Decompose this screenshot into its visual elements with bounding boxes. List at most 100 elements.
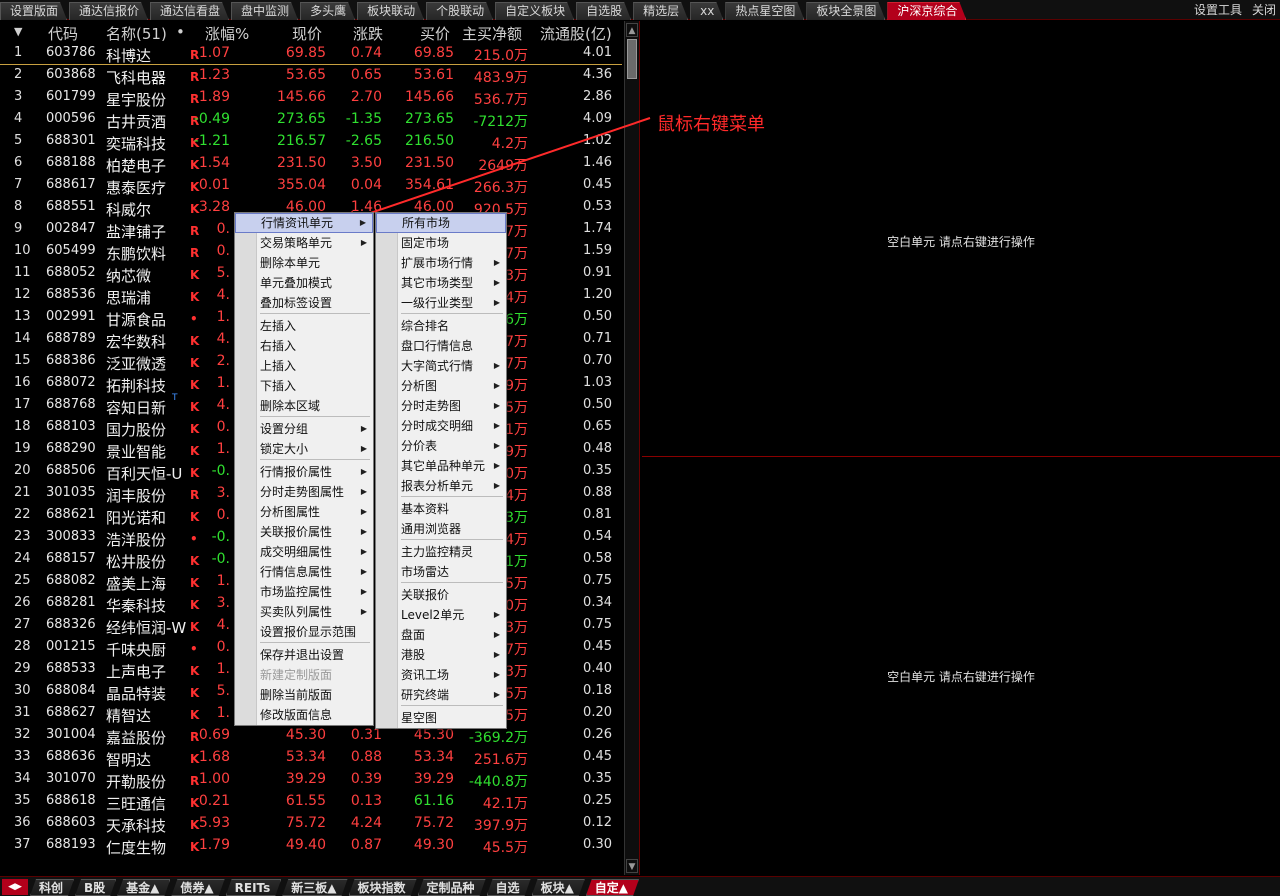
- menu-item[interactable]: 基本资料: [376, 499, 506, 519]
- market-tab[interactable]: 基金▲: [117, 879, 170, 896]
- menu-item[interactable]: 下插入: [235, 376, 373, 396]
- menu-item[interactable]: 关联报价: [376, 585, 506, 605]
- menu-item[interactable]: 盘口行情信息: [376, 336, 506, 356]
- menu-item[interactable]: 行情报价属性 ▶: [235, 462, 373, 482]
- menu-item[interactable]: 右插入: [235, 336, 373, 356]
- menu-item[interactable]: 扩展市场行情 ▶: [376, 253, 506, 273]
- layout-tab[interactable]: 自定义板块: [495, 2, 574, 20]
- market-tab[interactable]: 板块指数: [349, 879, 417, 896]
- menu-item[interactable]: 单元叠加模式: [235, 273, 373, 293]
- menu-item[interactable]: 买卖队列属性 ▶: [235, 602, 373, 622]
- market-tab[interactable]: 板块▲: [532, 879, 585, 896]
- menu-item[interactable]: 分时走势图 ▶: [376, 396, 506, 416]
- market-tab[interactable]: 自选: [487, 879, 531, 896]
- menu-item[interactable]: Level2单元 ▶: [376, 605, 506, 625]
- layout-tab[interactable]: 盘中监测: [231, 2, 298, 20]
- menu-item[interactable]: 分价表 ▶: [376, 436, 506, 456]
- menu-item[interactable]: 一级行业类型 ▶: [376, 293, 506, 313]
- table-row[interactable]: 32 301004 嘉益股份 R 0.69 45.30 0.31 45.30 -369.2万 0.…: [0, 725, 622, 747]
- menu-item[interactable]: 大字简式行情 ▶: [376, 356, 506, 376]
- table-row[interactable]: 34 301070 开勒股份 R 1.00 39.29 0.39 39.29 -440.8万 0.…: [0, 769, 622, 791]
- table-row[interactable]: 33 688636 智明达 K 1.68 53.34 0.88 53.34 251.6万 0.45: [0, 747, 622, 769]
- menu-item[interactable]: 港股 ▶: [376, 645, 506, 665]
- header-change[interactable]: 涨跌: [353, 23, 383, 44]
- menu-item[interactable]: 分时走势图属性 ▶: [235, 482, 373, 502]
- table-row[interactable]: 6 688188 柏楚电子 K 1.54 231.50 3.50 231.50 2649万 1.4…: [0, 153, 622, 175]
- layout-tab[interactable]: 设置版面: [0, 2, 67, 20]
- menu-item[interactable]: 市场雷达: [376, 562, 506, 582]
- close-button[interactable]: 关闭: [1252, 2, 1276, 19]
- table-scrollbar[interactable]: ▲ ▼: [624, 21, 639, 875]
- layout-tab[interactable]: 精选层: [633, 2, 688, 20]
- table-row[interactable]: 35 688618 三旺通信 K 0.21 61.55 0.13 61.16 42.1万 0.25: [0, 791, 622, 813]
- market-tab[interactable]: 自定▲: [586, 879, 639, 896]
- market-tab[interactable]: 新三板▲: [282, 879, 347, 896]
- header-bid[interactable]: 买价: [420, 23, 450, 44]
- menu-item[interactable]: 成交明细属性 ▶: [235, 542, 373, 562]
- market-tab[interactable]: REITs: [226, 879, 282, 896]
- scroll-up-icon[interactable]: ▲: [626, 23, 638, 37]
- table-row[interactable]: 5 688301 奕瑞科技 K -1.21 216.57 -2.65 216.50 4.2万 1.…: [0, 131, 622, 153]
- table-row[interactable]: 2 603868 飞科电器 R 1.23 53.65 0.65 53.61 483.9万 4.36: [0, 65, 622, 87]
- layout-tab[interactable]: 个股联动: [426, 2, 493, 20]
- header-code[interactable]: 代码: [48, 23, 78, 44]
- menu-item[interactable]: 删除本区域: [235, 396, 373, 416]
- layout-tab[interactable]: xx: [690, 2, 723, 20]
- header-pct[interactable]: 涨幅%: [205, 23, 249, 44]
- menu-item[interactable]: 分析图 ▶: [376, 376, 506, 396]
- table-row[interactable]: 1 603786 科博达 R 1.07 69.85 0.74 69.85 215.0万 4.01: [0, 43, 622, 65]
- menu-item[interactable]: 叠加标签设置: [235, 293, 373, 313]
- layout-tab[interactable]: 板块全景图: [806, 2, 885, 20]
- layout-tab[interactable]: 通达信报价: [69, 2, 148, 20]
- menu-item[interactable]: 左插入: [235, 316, 373, 336]
- layout-tab[interactable]: 热点星空图: [725, 2, 804, 20]
- menu-item[interactable]: 保存并退出设置: [235, 645, 373, 665]
- header-net-buy[interactable]: 主买净额: [462, 23, 522, 44]
- menu-item[interactable]: 报表分析单元 ▶: [376, 476, 506, 496]
- market-tab[interactable]: B股: [75, 879, 116, 896]
- layout-tab[interactable]: 多头鹰: [300, 2, 355, 20]
- menu-item[interactable]: 市场监控属性 ▶: [235, 582, 373, 602]
- layout-tab[interactable]: 板块联动: [357, 2, 424, 20]
- menu-item[interactable]: 锁定大小 ▶: [235, 439, 373, 459]
- empty-unit-bottom[interactable]: 空白单元 请点右键进行操作: [642, 458, 1280, 875]
- market-tab[interactable]: 债券▲: [171, 879, 224, 896]
- sort-toggle-icon[interactable]: ▼: [14, 25, 22, 38]
- table-row[interactable]: 36 688603 天承科技 K 5.93 75.72 4.24 75.72 397.9万 0.1…: [0, 813, 622, 835]
- menu-item[interactable]: 研究终端 ▶: [376, 685, 506, 705]
- layout-tab[interactable]: 沪深京综合: [887, 2, 966, 20]
- table-row[interactable]: 3 601799 星宇股份 R 1.89 145.66 2.70 145.66 536.7万 2.…: [0, 87, 622, 109]
- layout-tab[interactable]: 通达信看盘: [150, 2, 229, 20]
- header-float-shares[interactable]: 流通股(亿): [540, 23, 612, 44]
- menu-item[interactable]: 分时成交明细 ▶: [376, 416, 506, 436]
- settings-tools-button[interactable]: 设置工具: [1194, 2, 1242, 19]
- menu-item[interactable]: 修改版面信息: [235, 705, 373, 725]
- tab-scroll-arrows-icon[interactable]: ◀▶: [2, 879, 28, 895]
- table-row[interactable]: 7 688617 惠泰医疗 K 0.01 355.04 0.04 354.61 266.3万 0.…: [0, 175, 622, 197]
- layout-tab[interactable]: 自选股: [576, 2, 631, 20]
- menu-item[interactable]: 行情资讯单元 ▶: [235, 213, 373, 233]
- menu-item[interactable]: 星空图: [376, 708, 506, 728]
- menu-item[interactable]: 通用浏览器: [376, 519, 506, 539]
- table-row[interactable]: 4 000596 古井贡酒 R -0.49 273.65 -1.35 273.65 -7212万…: [0, 109, 622, 131]
- menu-item[interactable]: 主力监控精灵: [376, 542, 506, 562]
- header-price[interactable]: 现价: [292, 23, 322, 44]
- market-tab[interactable]: 科创: [30, 879, 74, 896]
- menu-item[interactable]: 其它单品种单元 ▶: [376, 456, 506, 476]
- menu-item[interactable]: 关联报价属性 ▶: [235, 522, 373, 542]
- menu-item[interactable]: 所有市场: [376, 213, 506, 233]
- menu-item[interactable]: 分析图属性 ▶: [235, 502, 373, 522]
- menu-item[interactable]: 盘面 ▶: [376, 625, 506, 645]
- menu-item[interactable]: 设置报价显示范围: [235, 622, 373, 642]
- menu-item[interactable]: 行情信息属性 ▶: [235, 562, 373, 582]
- scroll-thumb[interactable]: [627, 39, 637, 79]
- menu-item[interactable]: 上插入: [235, 356, 373, 376]
- menu-item[interactable]: 综合排名: [376, 316, 506, 336]
- menu-item[interactable]: 其它市场类型 ▶: [376, 273, 506, 293]
- header-name[interactable]: 名称(51): [106, 23, 167, 44]
- menu-item[interactable]: 交易策略单元 ▶: [235, 233, 373, 253]
- menu-item[interactable]: 资讯工场 ▶: [376, 665, 506, 685]
- menu-item[interactable]: 设置分组 ▶: [235, 419, 373, 439]
- menu-item[interactable]: 固定市场: [376, 233, 506, 253]
- empty-unit-top[interactable]: 空白单元 请点右键进行操作: [642, 21, 1280, 457]
